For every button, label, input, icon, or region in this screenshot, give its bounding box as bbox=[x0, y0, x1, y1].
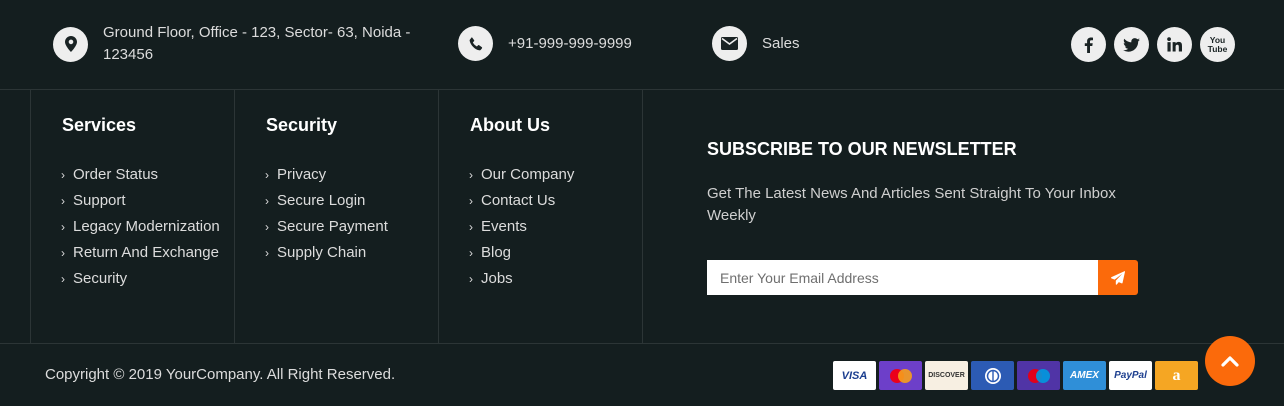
contact-phone[interactable]: +91-999-999-9999 bbox=[458, 26, 632, 61]
chevron-right-icon: › bbox=[469, 194, 473, 208]
copyright-text: Copyright © 2019 YourCompany. All Right … bbox=[45, 366, 396, 383]
contact-address: Ground Floor, Office - 123, Sector- 63, … bbox=[53, 22, 423, 66]
chevron-right-icon: › bbox=[265, 246, 269, 260]
chevron-right-icon: › bbox=[469, 246, 473, 260]
chevron-right-icon: › bbox=[469, 220, 473, 234]
footer-link-secure-payment[interactable]: › Secure Payment bbox=[265, 214, 388, 240]
phone-text: +91-999-999-9999 bbox=[508, 34, 632, 52]
subscribe-button[interactable] bbox=[1098, 260, 1138, 295]
column-title: Security bbox=[266, 115, 338, 135]
link-label: Security bbox=[73, 270, 128, 287]
footer-link-secure-login[interactable]: › Secure Login bbox=[265, 188, 388, 214]
chevron-right-icon: › bbox=[265, 194, 269, 208]
footer-link-blog[interactable]: › Blog bbox=[469, 240, 574, 266]
payment-label: PayPal bbox=[1114, 370, 1147, 381]
footer-link-jobs[interactable]: › Jobs bbox=[469, 266, 574, 292]
amex-card-icon: AMEX bbox=[1063, 361, 1106, 390]
link-label: Jobs bbox=[481, 270, 513, 287]
visa-card-icon: VISA bbox=[833, 361, 876, 390]
footer-link-security[interactable]: › Security bbox=[61, 266, 220, 292]
link-label: Secure Payment bbox=[277, 218, 388, 235]
column-links: › Privacy › Secure Login › Secure Payment ›… bbox=[265, 162, 388, 266]
chevron-right-icon: › bbox=[61, 272, 65, 286]
chevron-up-icon bbox=[1221, 356, 1239, 367]
twitter-icon[interactable] bbox=[1114, 27, 1149, 62]
copyright-bar: Copyright © 2019 YourCompany. All Right … bbox=[0, 343, 1284, 406]
chevron-right-icon: › bbox=[61, 246, 65, 260]
link-label: Legacy Modernization bbox=[73, 218, 220, 235]
link-label: Events bbox=[481, 218, 527, 235]
column-title: About Us bbox=[470, 115, 550, 135]
phone-icon bbox=[458, 26, 493, 61]
map-marker-icon bbox=[53, 26, 88, 62]
payment-label: AMEX bbox=[1070, 370, 1099, 381]
footer-link-privacy[interactable]: › Privacy bbox=[265, 162, 388, 188]
payment-label: VISA bbox=[841, 369, 868, 382]
paper-plane-icon bbox=[1111, 270, 1125, 285]
chevron-right-icon: › bbox=[61, 220, 65, 234]
envelope-icon bbox=[712, 26, 747, 61]
diners-club-icon bbox=[971, 361, 1014, 390]
link-label: Our Company bbox=[481, 166, 575, 183]
footer-link-support[interactable]: › Support bbox=[61, 188, 220, 214]
footer-link-return-and-exchange[interactable]: › Return And Exchange bbox=[61, 240, 220, 266]
footer-link-supply-chain[interactable]: › Supply Chain bbox=[265, 240, 388, 266]
payment-label: a bbox=[1172, 366, 1181, 384]
contact-email[interactable]: Sales bbox=[712, 26, 800, 61]
footer-link-events[interactable]: › Events bbox=[469, 214, 574, 240]
footer-column-security: Security › Privacy › Secure Login › Secure … bbox=[234, 90, 438, 343]
footer-column-services: Services › Order Status › Support › Legacy … bbox=[30, 90, 234, 343]
chevron-right-icon: › bbox=[61, 168, 65, 182]
payment-methods: VISA DISCOVER AMEX PayPal a bbox=[833, 361, 1198, 390]
footer-link-our-company[interactable]: › Our Company bbox=[469, 162, 574, 188]
scroll-to-top-button[interactable] bbox=[1205, 336, 1255, 386]
address-text: Ground Floor, Office - 123, Sector- 63, … bbox=[103, 24, 411, 63]
amazon-pay-icon: a bbox=[1155, 361, 1198, 390]
newsletter-form bbox=[707, 260, 1138, 295]
chevron-right-icon: › bbox=[469, 168, 473, 182]
link-label: Supply Chain bbox=[277, 244, 367, 261]
link-label: Blog bbox=[481, 244, 512, 261]
link-label: Support bbox=[73, 192, 126, 209]
column-title: Services bbox=[62, 115, 137, 135]
link-label: Privacy bbox=[277, 166, 327, 183]
email-input[interactable] bbox=[707, 260, 1098, 295]
footer-link-legacy-modernization[interactable]: › Legacy Modernization bbox=[61, 214, 220, 240]
chevron-right-icon: › bbox=[265, 220, 269, 234]
chevron-right-icon: › bbox=[61, 194, 65, 208]
payment-label: DISCOVER bbox=[928, 372, 965, 379]
paypal-icon: PayPal bbox=[1109, 361, 1152, 390]
footer-column-about-us: About Us › Our Company › Contact Us › Event… bbox=[438, 90, 642, 343]
linkedin-icon[interactable] bbox=[1157, 27, 1192, 62]
link-label: Return And Exchange bbox=[73, 244, 219, 261]
contact-bar: Ground Floor, Office - 123, Sector- 63, … bbox=[0, 0, 1284, 90]
maestro-icon bbox=[1017, 361, 1060, 390]
chevron-right-icon: › bbox=[265, 168, 269, 182]
chevron-right-icon: › bbox=[469, 272, 473, 286]
newsletter-description: Get The Latest News And Articles Sent St… bbox=[707, 185, 1116, 224]
footer-link-order-status[interactable]: › Order Status bbox=[61, 162, 220, 188]
mastercard-icon bbox=[879, 361, 922, 390]
facebook-icon[interactable] bbox=[1071, 27, 1106, 62]
column-links: › Our Company › Contact Us › Events › Blog ›… bbox=[469, 162, 574, 292]
link-label: Contact Us bbox=[481, 192, 556, 209]
email-text: Sales bbox=[762, 34, 800, 52]
youtube-icon-text-bottom: Tube bbox=[1207, 43, 1228, 54]
newsletter-title: SUBSCRIBE TO OUR NEWSLETTER bbox=[707, 139, 1017, 159]
footer-link-contact-us[interactable]: › Contact Us bbox=[469, 188, 574, 214]
discover-card-icon: DISCOVER bbox=[925, 361, 968, 390]
social-links: You Tube bbox=[1071, 27, 1235, 62]
link-label: Secure Login bbox=[277, 192, 366, 209]
newsletter-section: SUBSCRIBE TO OUR NEWSLETTER Get The Late… bbox=[642, 90, 1284, 343]
column-links: › Order Status › Support › Legacy Moderniza… bbox=[61, 162, 220, 292]
link-label: Order Status bbox=[73, 166, 159, 183]
youtube-icon[interactable]: You Tube bbox=[1200, 27, 1235, 62]
